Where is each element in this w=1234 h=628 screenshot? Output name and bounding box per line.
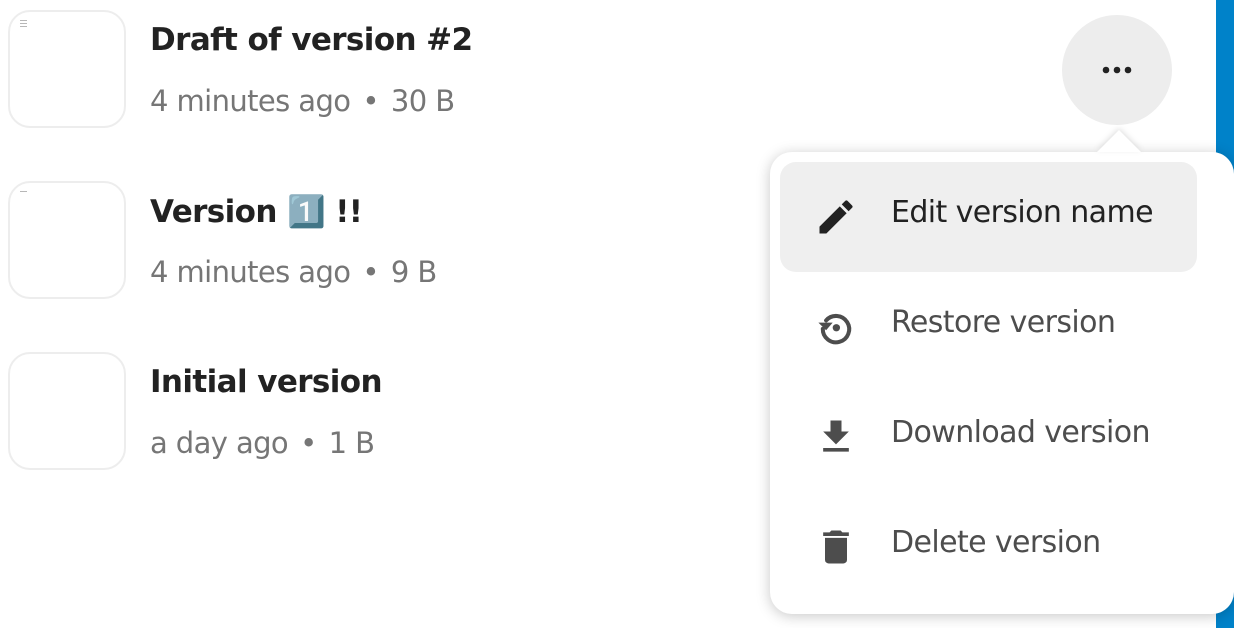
version-name: Draft of version #2 [150, 22, 473, 58]
version-meta: 4 minutes ago • 30 B [150, 84, 455, 118]
version-preview [8, 352, 126, 470]
menu-item-label: Download version [891, 415, 1151, 450]
menu-item-label: Delete version [891, 525, 1101, 560]
menu-item-delete-version[interactable]: Delete version [780, 492, 1197, 602]
more-horizontal-icon [1102, 66, 1132, 74]
menu-item-label: Edit version name [891, 195, 1154, 230]
version-name: Initial version [150, 364, 383, 400]
menu-item-download-version[interactable]: Download version [780, 382, 1197, 492]
download-icon [814, 415, 858, 459]
meta-separator: • [300, 426, 317, 460]
version-preview [8, 10, 126, 128]
version-time: a day ago [150, 426, 289, 460]
restore-history-icon [814, 305, 858, 349]
menu-item-edit-version-name[interactable]: Edit version name [780, 162, 1197, 272]
version-time: 4 minutes ago [150, 255, 351, 289]
version-meta: 4 minutes ago • 9 B [150, 255, 437, 289]
version-row[interactable]: Version 1️⃣ !! 4 minutes ago • 9 B [0, 181, 760, 311]
pencil-icon [814, 195, 858, 239]
actions-menu-button[interactable] [1062, 15, 1172, 125]
version-meta: a day ago • 1 B [150, 426, 375, 460]
version-time: 4 minutes ago [150, 84, 351, 118]
menu-item-restore-version[interactable]: Restore version [780, 272, 1197, 382]
document-lines-icon [20, 20, 27, 29]
actions-popover-menu: Edit version name Restore version Downlo… [770, 152, 1234, 614]
version-preview [8, 181, 126, 299]
trash-icon [814, 525, 858, 569]
version-name: Version 1️⃣ !! [150, 194, 363, 230]
meta-separator: • [362, 255, 379, 289]
version-size: 9 B [390, 255, 437, 289]
version-size: 1 B [328, 426, 375, 460]
document-lines-icon [20, 191, 27, 194]
version-row[interactable]: Draft of version #2 4 minutes ago • 30 B [0, 10, 760, 140]
version-size: 30 B [390, 84, 455, 118]
meta-separator: • [362, 84, 379, 118]
version-row[interactable]: Initial version a day ago • 1 B [0, 352, 760, 482]
menu-pointer [1097, 130, 1141, 152]
menu-item-label: Restore version [891, 305, 1116, 340]
